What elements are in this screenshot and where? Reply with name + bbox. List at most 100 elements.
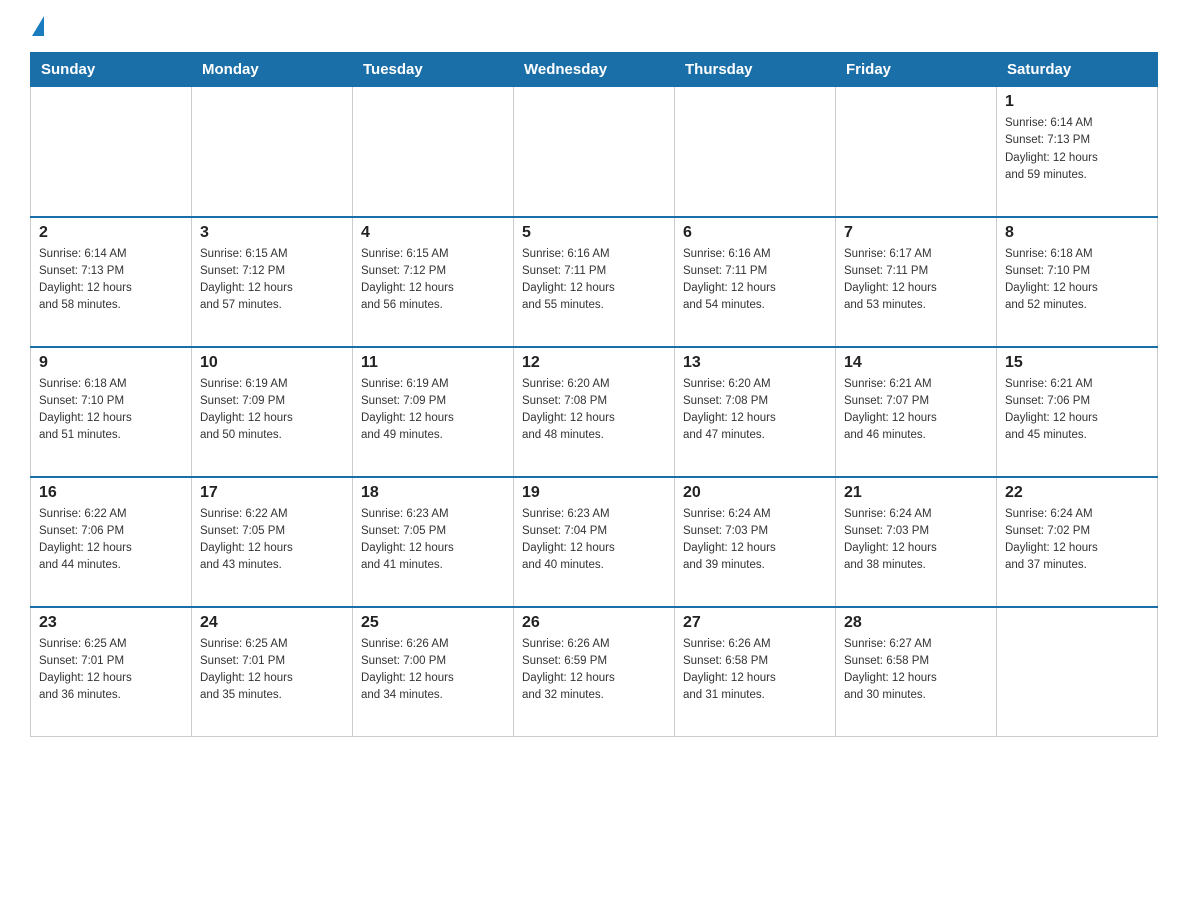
day-info: Sunrise: 6:16 AM Sunset: 7:11 PM Dayligh… <box>683 246 827 315</box>
day-info: Sunrise: 6:14 AM Sunset: 7:13 PM Dayligh… <box>1005 115 1149 184</box>
day-info: Sunrise: 6:17 AM Sunset: 7:11 PM Dayligh… <box>844 246 988 315</box>
day-number: 27 <box>683 614 827 632</box>
day-info: Sunrise: 6:25 AM Sunset: 7:01 PM Dayligh… <box>39 636 183 705</box>
header-wednesday: Wednesday <box>514 53 675 87</box>
day-info: Sunrise: 6:24 AM Sunset: 7:03 PM Dayligh… <box>844 506 988 575</box>
day-number: 22 <box>1005 484 1149 502</box>
logo <box>30 20 44 36</box>
calendar-cell: 3Sunrise: 6:15 AM Sunset: 7:12 PM Daylig… <box>192 217 353 347</box>
week-row-1: 1 Sunrise: 6:14 AM Sunset: 7:13 PM Daylig… <box>31 87 1158 217</box>
calendar-cell: 23 Sunrise: 6:25 AM Sunset: 7:01 PM Dayli… <box>31 607 192 737</box>
calendar-cell: 24 Sunrise: 6:25 AM Sunset: 7:01 PM Dayli… <box>192 607 353 737</box>
day-number: 21 <box>844 484 988 502</box>
header-friday: Friday <box>836 53 997 87</box>
day-number: 12 <box>522 354 666 372</box>
week-row-2: 2 Sunrise: 6:14 AM Sunset: 7:13 PM Daylig… <box>31 217 1158 347</box>
day-info: Sunrise: 6:15 AM Sunset: 7:12 PM Dayligh… <box>361 246 505 315</box>
day-info: Sunrise: 6:27 AM Sunset: 6:58 PM Dayligh… <box>844 636 988 705</box>
calendar-cell: 14 Sunrise: 6:21 AM Sunset: 7:07 PM Dayli… <box>836 347 997 477</box>
day-info: Sunrise: 6:14 AM Sunset: 7:13 PM Dayligh… <box>39 246 183 315</box>
calendar-cell: 15 Sunrise: 6:21 AM Sunset: 7:06 PM Dayli… <box>997 347 1158 477</box>
week-row-4: 16Sunrise: 6:22 AM Sunset: 7:06 PM Dayli… <box>31 477 1158 607</box>
day-number: 1 <box>1005 93 1149 111</box>
calendar-cell: 28 Sunrise: 6:27 AM Sunset: 6:58 PM Dayli… <box>836 607 997 737</box>
day-number: 23 <box>39 614 183 632</box>
calendar-cell: 8 Sunrise: 6:18 AM Sunset: 7:10 PM Daylig… <box>997 217 1158 347</box>
calendar-cell: 2 Sunrise: 6:14 AM Sunset: 7:13 PM Daylig… <box>31 217 192 347</box>
day-number: 15 <box>1005 354 1149 372</box>
header-sunday: Sunday <box>31 53 192 87</box>
header-tuesday: Tuesday <box>353 53 514 87</box>
day-number: 26 <box>522 614 666 632</box>
day-info: Sunrise: 6:24 AM Sunset: 7:03 PM Dayligh… <box>683 506 827 575</box>
calendar-cell: 4Sunrise: 6:15 AM Sunset: 7:12 PM Daylig… <box>353 217 514 347</box>
logo-triangle-icon <box>32 16 44 36</box>
calendar-cell: 21 Sunrise: 6:24 AM Sunset: 7:03 PM Dayli… <box>836 477 997 607</box>
day-number: 13 <box>683 354 827 372</box>
day-info: Sunrise: 6:20 AM Sunset: 7:08 PM Dayligh… <box>522 376 666 445</box>
calendar-cell <box>675 87 836 217</box>
day-info: Sunrise: 6:23 AM Sunset: 7:05 PM Dayligh… <box>361 506 505 575</box>
calendar-cell: 25 Sunrise: 6:26 AM Sunset: 7:00 PM Dayli… <box>353 607 514 737</box>
calendar-cell: 5 Sunrise: 6:16 AM Sunset: 7:11 PM Daylig… <box>514 217 675 347</box>
day-number: 19 <box>522 484 666 502</box>
day-number: 16 <box>39 484 183 502</box>
calendar-cell: 11 Sunrise: 6:19 AM Sunset: 7:09 PM Dayli… <box>353 347 514 477</box>
calendar-cell: 9 Sunrise: 6:18 AM Sunset: 7:10 PM Daylig… <box>31 347 192 477</box>
calendar-cell <box>353 87 514 217</box>
calendar-cell: 6 Sunrise: 6:16 AM Sunset: 7:11 PM Daylig… <box>675 217 836 347</box>
calendar-cell: 18Sunrise: 6:23 AM Sunset: 7:05 PM Dayli… <box>353 477 514 607</box>
day-info: Sunrise: 6:21 AM Sunset: 7:06 PM Dayligh… <box>1005 376 1149 445</box>
day-number: 28 <box>844 614 988 632</box>
day-number: 25 <box>361 614 505 632</box>
day-info: Sunrise: 6:24 AM Sunset: 7:02 PM Dayligh… <box>1005 506 1149 575</box>
calendar-cell <box>997 607 1158 737</box>
calendar-cell <box>836 87 997 217</box>
day-info: Sunrise: 6:26 AM Sunset: 7:00 PM Dayligh… <box>361 636 505 705</box>
day-number: 5 <box>522 224 666 242</box>
day-info: Sunrise: 6:18 AM Sunset: 7:10 PM Dayligh… <box>1005 246 1149 315</box>
calendar-cell: 10Sunrise: 6:19 AM Sunset: 7:09 PM Dayli… <box>192 347 353 477</box>
header-thursday: Thursday <box>675 53 836 87</box>
calendar-cell: 19 Sunrise: 6:23 AM Sunset: 7:04 PM Dayli… <box>514 477 675 607</box>
calendar-header-row: SundayMondayTuesdayWednesdayThursdayFrid… <box>31 53 1158 87</box>
day-info: Sunrise: 6:15 AM Sunset: 7:12 PM Dayligh… <box>200 246 344 315</box>
header-saturday: Saturday <box>997 53 1158 87</box>
calendar-cell: 7 Sunrise: 6:17 AM Sunset: 7:11 PM Daylig… <box>836 217 997 347</box>
header-monday: Monday <box>192 53 353 87</box>
calendar-table: SundayMondayTuesdayWednesdayThursdayFrid… <box>30 52 1158 737</box>
day-info: Sunrise: 6:19 AM Sunset: 7:09 PM Dayligh… <box>361 376 505 445</box>
calendar-cell <box>514 87 675 217</box>
calendar-cell: 27 Sunrise: 6:26 AM Sunset: 6:58 PM Dayli… <box>675 607 836 737</box>
page-header <box>30 20 1158 36</box>
calendar-cell: 20 Sunrise: 6:24 AM Sunset: 7:03 PM Dayli… <box>675 477 836 607</box>
week-row-3: 9 Sunrise: 6:18 AM Sunset: 7:10 PM Daylig… <box>31 347 1158 477</box>
day-number: 7 <box>844 224 988 242</box>
day-number: 17 <box>200 484 344 502</box>
day-number: 20 <box>683 484 827 502</box>
day-number: 9 <box>39 354 183 372</box>
day-info: Sunrise: 6:16 AM Sunset: 7:11 PM Dayligh… <box>522 246 666 315</box>
day-info: Sunrise: 6:26 AM Sunset: 6:58 PM Dayligh… <box>683 636 827 705</box>
day-number: 2 <box>39 224 183 242</box>
day-number: 11 <box>361 354 505 372</box>
day-info: Sunrise: 6:20 AM Sunset: 7:08 PM Dayligh… <box>683 376 827 445</box>
day-info: Sunrise: 6:25 AM Sunset: 7:01 PM Dayligh… <box>200 636 344 705</box>
day-number: 14 <box>844 354 988 372</box>
day-number: 6 <box>683 224 827 242</box>
day-info: Sunrise: 6:26 AM Sunset: 6:59 PM Dayligh… <box>522 636 666 705</box>
calendar-cell: 17 Sunrise: 6:22 AM Sunset: 7:05 PM Dayli… <box>192 477 353 607</box>
day-info: Sunrise: 6:23 AM Sunset: 7:04 PM Dayligh… <box>522 506 666 575</box>
week-row-5: 23 Sunrise: 6:25 AM Sunset: 7:01 PM Dayli… <box>31 607 1158 737</box>
day-info: Sunrise: 6:21 AM Sunset: 7:07 PM Dayligh… <box>844 376 988 445</box>
calendar-cell: 13 Sunrise: 6:20 AM Sunset: 7:08 PM Dayli… <box>675 347 836 477</box>
calendar-cell <box>192 87 353 217</box>
calendar-cell: 1 Sunrise: 6:14 AM Sunset: 7:13 PM Daylig… <box>997 87 1158 217</box>
day-info: Sunrise: 6:22 AM Sunset: 7:05 PM Dayligh… <box>200 506 344 575</box>
day-number: 8 <box>1005 224 1149 242</box>
calendar-cell: 22 Sunrise: 6:24 AM Sunset: 7:02 PM Dayli… <box>997 477 1158 607</box>
day-number: 24 <box>200 614 344 632</box>
day-number: 10 <box>200 354 344 372</box>
calendar-cell: 26 Sunrise: 6:26 AM Sunset: 6:59 PM Dayli… <box>514 607 675 737</box>
day-info: Sunrise: 6:18 AM Sunset: 7:10 PM Dayligh… <box>39 376 183 445</box>
